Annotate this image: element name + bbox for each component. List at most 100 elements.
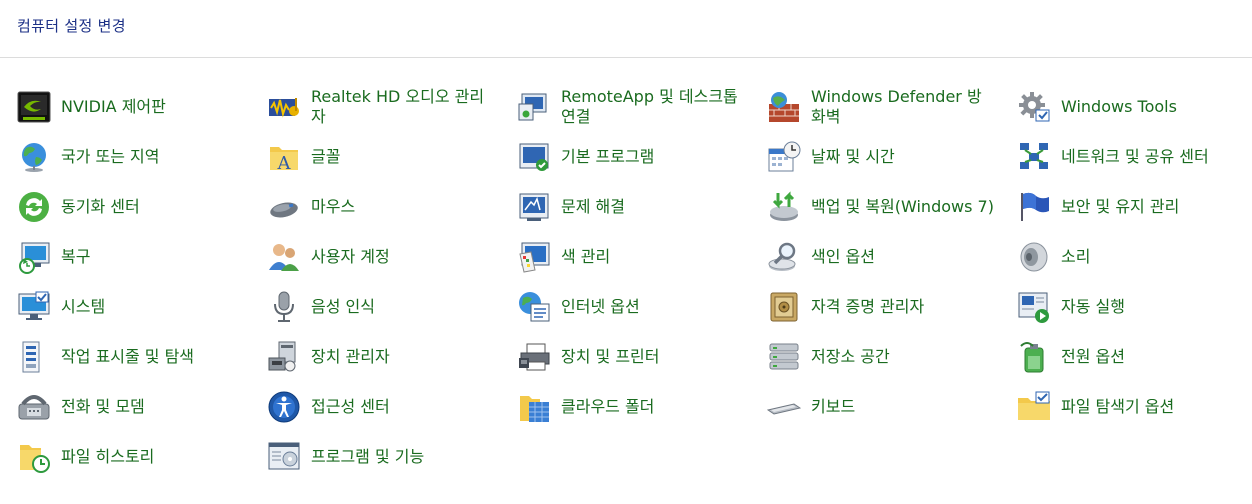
folder-options-icon	[1017, 390, 1051, 424]
realtek-audio-icon	[267, 90, 301, 124]
control-panel-item-label: 프로그램 및 기능	[311, 447, 425, 466]
control-panel-item-label: 자동 실행	[1061, 297, 1125, 316]
control-panel-item[interactable]: 색인 옵션	[767, 232, 1007, 282]
control-panel-item[interactable]: Windows Tools	[1017, 82, 1252, 132]
control-panel-item-label: 저장소 공간	[811, 347, 890, 366]
control-panel-item[interactable]: Windows Defender 방화벽	[767, 82, 1007, 132]
programs-features-icon	[267, 440, 301, 474]
control-panel-item-label: 색 관리	[561, 247, 611, 266]
control-panel-item[interactable]: 인터넷 옵션	[517, 282, 757, 332]
power-icon	[1017, 340, 1051, 374]
control-panel-item[interactable]: 소리	[1017, 232, 1252, 282]
control-panel-item-label: 글꼴	[311, 147, 341, 166]
control-panel-item-label: 사용자 계정	[311, 247, 390, 266]
control-panel-item-label: 마우스	[311, 197, 356, 216]
sync-icon	[17, 190, 51, 224]
control-panel-item[interactable]: 전원 옵션	[1017, 332, 1252, 382]
control-panel-item[interactable]: 기본 프로그램	[517, 132, 757, 182]
control-panel-item[interactable]: 복구	[17, 232, 257, 282]
control-panel-item-label: 전화 및 모뎀	[61, 397, 145, 416]
control-panel-item[interactable]: 동기화 센터	[17, 182, 257, 232]
control-panel-item[interactable]: 사용자 계정	[267, 232, 507, 282]
control-panel-item[interactable]: 백업 및 복원(Windows 7)	[767, 182, 1007, 232]
control-panel-item-label: 파일 탐색기 옵션	[1061, 397, 1175, 416]
control-panel-item[interactable]: 자격 증명 관리자	[767, 282, 1007, 332]
control-panel-item-label: 자격 증명 관리자	[811, 297, 925, 316]
control-panel-item-label: 복구	[61, 247, 91, 266]
color-management-icon	[517, 240, 551, 274]
control-panel-item-label: 국가 또는 지역	[61, 147, 160, 166]
control-panel-item[interactable]: 프로그램 및 기능	[267, 432, 507, 482]
control-panel-item[interactable]: 네트워크 및 공유 센터	[1017, 132, 1252, 182]
control-panel-item-label: RemoteApp 및 데스크톱 연결	[561, 87, 738, 126]
remote-desktop-icon	[517, 90, 551, 124]
control-panel-item[interactable]: Realtek HD 오디오 관리자	[267, 82, 507, 132]
control-panel-item[interactable]: NVIDIA 제어판	[17, 82, 257, 132]
page-header: 컴퓨터 설정 변경	[0, 0, 1252, 58]
control-panel-item[interactable]: 문제 해결	[517, 182, 757, 232]
control-panel-item-label: 파일 히스토리	[61, 447, 155, 466]
cloud-folder-icon	[517, 390, 551, 424]
control-panel-item[interactable]: RemoteApp 및 데스크톱 연결	[517, 82, 757, 132]
nvidia-icon	[17, 90, 51, 124]
control-panel-item-label: 색인 옵션	[811, 247, 875, 266]
control-panel-item-label: 보안 및 유지 관리	[1061, 197, 1180, 216]
storage-icon	[767, 340, 801, 374]
printer-icon	[517, 340, 551, 374]
recovery-icon	[17, 240, 51, 274]
control-panel-item-label: NVIDIA 제어판	[61, 97, 166, 116]
font-folder-icon: A	[267, 140, 301, 174]
control-panel-item[interactable]: 음성 인식	[267, 282, 507, 332]
control-panel-item-label: Windows Defender 방화벽	[811, 87, 982, 126]
control-panel-item[interactable]: 장치 및 프린터	[517, 332, 757, 382]
control-panel-item-label: 작업 표시줄 및 탐색	[61, 347, 195, 366]
control-panel-item-label: Windows Tools	[1061, 97, 1177, 116]
credential-vault-icon	[767, 290, 801, 324]
control-panel-item-label: Realtek HD 오디오 관리자	[311, 87, 485, 126]
control-panel-item-label: 백업 및 복원(Windows 7)	[811, 197, 994, 216]
backup-icon	[767, 190, 801, 224]
firewall-icon	[767, 90, 801, 124]
control-panel-item-label: 음성 인식	[311, 297, 375, 316]
control-panel-item[interactable]: 보안 및 유지 관리	[1017, 182, 1252, 232]
control-panel-item-label: 문제 해결	[561, 197, 625, 216]
control-panel-item-label: 날짜 및 시간	[811, 147, 895, 166]
control-panel-item-label: 전원 옵션	[1061, 347, 1125, 366]
page-title: 컴퓨터 설정 변경	[17, 17, 126, 35]
control-panel-item[interactable]: 작업 표시줄 및 탐색	[17, 332, 257, 382]
control-panel-item-label: 동기화 센터	[61, 197, 140, 216]
control-panel-item[interactable]: 색 관리	[517, 232, 757, 282]
microphone-icon	[267, 290, 301, 324]
control-panel-item[interactable]: 전화 및 모뎀	[17, 382, 257, 432]
control-panel-grid: NVIDIA 제어판 Realtek HD 오디오 관리자 RemoteApp 및 …	[0, 82, 1252, 492]
control-panel-item[interactable]: 국가 또는 지역	[17, 132, 257, 182]
control-panel-item[interactable]: 클라우드 폴더	[517, 382, 757, 432]
mouse-icon	[267, 190, 301, 224]
control-panel-item[interactable]: 파일 탐색기 옵션	[1017, 382, 1252, 432]
control-panel-item-label: 장치 및 프린터	[561, 347, 660, 366]
control-panel-item-label: 클라우드 폴더	[561, 397, 655, 416]
control-panel-item[interactable]: A 글꼴	[267, 132, 507, 182]
control-panel-item-label: 키보드	[811, 397, 856, 416]
control-panel-item[interactable]: 장치 관리자	[267, 332, 507, 382]
speaker-icon	[1017, 240, 1051, 274]
accessibility-icon	[267, 390, 301, 424]
network-icon	[1017, 140, 1051, 174]
control-panel-item-label: 접근성 센터	[311, 397, 390, 416]
control-panel-item-label: 시스템	[61, 297, 106, 316]
device-manager-icon	[267, 340, 301, 374]
keyboard-icon	[767, 390, 801, 424]
control-panel-item-label: 기본 프로그램	[561, 147, 655, 166]
phone-modem-icon	[17, 390, 51, 424]
control-panel-item[interactable]: 시스템	[17, 282, 257, 332]
control-panel-item[interactable]: 접근성 센터	[267, 382, 507, 432]
flag-icon	[1017, 190, 1051, 224]
control-panel-item[interactable]: 날짜 및 시간	[767, 132, 1007, 182]
control-panel-item[interactable]: 마우스	[267, 182, 507, 232]
control-panel-item[interactable]: 자동 실행	[1017, 282, 1252, 332]
taskbar-icon	[17, 340, 51, 374]
control-panel-item[interactable]: 키보드	[767, 382, 1007, 432]
control-panel-item[interactable]: 파일 히스토리	[17, 432, 257, 482]
user-accounts-icon	[267, 240, 301, 274]
control-panel-item[interactable]: 저장소 공간	[767, 332, 1007, 382]
